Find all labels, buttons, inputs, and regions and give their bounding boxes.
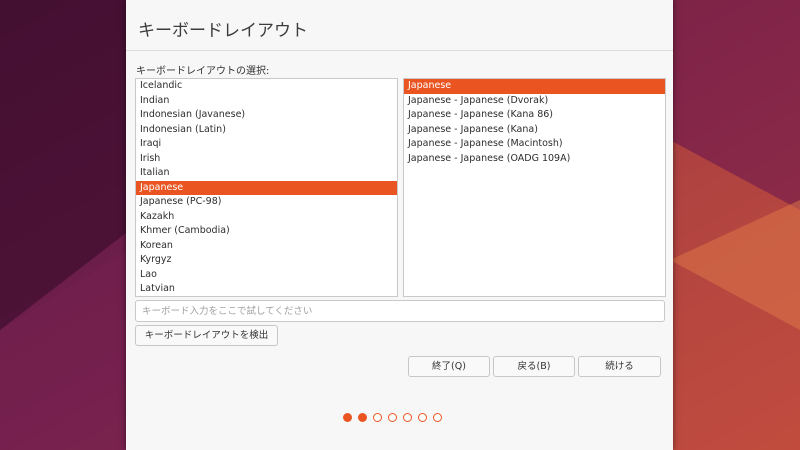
layout-list-item[interactable]: Latvian [136,282,397,296]
variant-list-item[interactable]: Japanese - Japanese (Macintosh) [404,137,665,152]
progress-dot [373,413,382,422]
progress-dots [343,413,442,425]
continue-button[interactable]: 続ける [578,356,661,377]
progress-dot [433,413,442,422]
layout-list-item[interactable]: Lao [136,268,397,283]
layout-list-item[interactable]: Indonesian (Latin) [136,123,397,138]
progress-dot [388,413,397,422]
variant-list-item[interactable]: Japanese - Japanese (Dvorak) [404,94,665,109]
variant-list-item[interactable]: Japanese [404,79,665,94]
layout-list[interactable]: Icelandic Indian Indonesian (Javanese) Indo… [135,78,398,297]
variant-list[interactable]: Japanese Japanese - Japanese (Dvorak) Japa… [403,78,666,297]
layout-list-item[interactable]: Icelandic [136,79,397,94]
layout-section-label: キーボードレイアウトの選択: [136,66,270,77]
progress-dot [343,413,352,422]
layout-list-item[interactable]: Irish [136,152,397,167]
layout-list-item[interactable]: Japanese [136,180,397,195]
variant-list-item[interactable]: Japanese - Japanese (OADG 109A) [404,152,665,167]
layout-list-item[interactable]: Iraqi [136,137,397,152]
progress-dot [358,413,367,422]
progress-dot [403,413,412,422]
layout-list-item[interactable]: Italian [136,166,397,181]
layout-list-item[interactable]: Khmer (Cambodia) [136,224,397,239]
variant-list-item[interactable]: Japanese - Japanese (Kana) [404,123,665,138]
page-title: キーボードレイアウト [138,21,308,41]
layout-list-item[interactable]: Korean [136,239,397,254]
installer-window: キーボードレイアウト キーボードレイアウトの選択: Icelandic India… [126,0,673,450]
layout-list-item[interactable]: Japanese (PC-98) [136,195,397,210]
layout-list-item[interactable]: Indian [136,94,397,109]
progress-dot [418,413,427,422]
title-divider [126,50,673,51]
layout-list-item[interactable]: Kyrgyz [136,253,397,268]
detect-layout-button[interactable]: キーボードレイアウトを検出 [135,325,278,346]
back-button[interactable]: 戻る(B) [493,356,575,377]
layout-list-item[interactable]: Kazakh [136,210,397,225]
quit-button[interactable]: 終了(Q) [408,356,490,377]
variant-list-item[interactable]: Japanese - Japanese (Kana 86) [404,108,665,123]
layout-list-item[interactable]: Indonesian (Javanese) [136,108,397,123]
keyboard-test-input[interactable] [135,300,665,322]
